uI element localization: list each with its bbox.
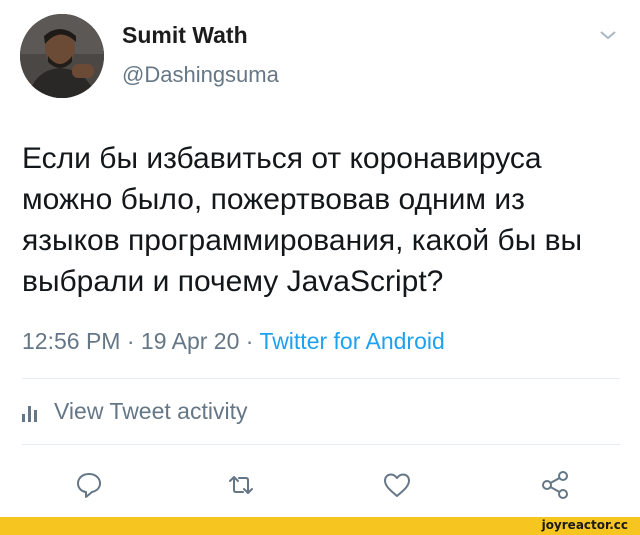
avatar-photo: [20, 14, 104, 98]
watermark-text: joyreactor.cc: [541, 518, 628, 532]
tweet-meta: 12:56 PM · 19 Apr 20 · Twitter for Andro…: [22, 328, 445, 355]
meta-separator: ·: [126, 328, 135, 354]
tweet-card: Sumit Wath @Dashingsuma Если бы избавить…: [0, 0, 640, 517]
view-activity-link[interactable]: View Tweet activity: [22, 398, 247, 425]
author-handle[interactable]: @Dashingsuma: [122, 62, 279, 88]
watermark-bar: joyreactor.cc: [0, 517, 640, 535]
tweet-text-line: можно было, пожертвовав одним из: [22, 183, 525, 216]
meta-separator: ·: [245, 328, 254, 354]
tweet-text-line: Если бы избавиться от коронавируса: [22, 142, 542, 175]
comment-icon[interactable]: [74, 470, 104, 500]
share-icon[interactable]: [540, 470, 570, 500]
avatar[interactable]: [20, 14, 104, 98]
heart-icon[interactable]: [382, 470, 412, 500]
tweet-text: Если бы избавиться от коронавируса можно…: [22, 138, 622, 302]
tweet-text-line: выбрали и почему JavaScript?: [22, 265, 444, 298]
divider: [22, 444, 620, 445]
tweet-date[interactable]: 19 Apr 20: [141, 328, 239, 354]
bar-chart-icon: [22, 402, 40, 422]
tweet-source[interactable]: Twitter for Android: [259, 328, 444, 354]
chevron-down-icon[interactable]: [598, 28, 618, 42]
author-name[interactable]: Sumit Wath: [122, 22, 248, 49]
view-activity-label: View Tweet activity: [54, 398, 248, 424]
tweet-time[interactable]: 12:56 PM: [22, 328, 120, 354]
tweet-text-line: языков программирования, какой бы вы: [22, 224, 583, 257]
divider: [22, 378, 620, 379]
retweet-icon[interactable]: [226, 470, 256, 500]
